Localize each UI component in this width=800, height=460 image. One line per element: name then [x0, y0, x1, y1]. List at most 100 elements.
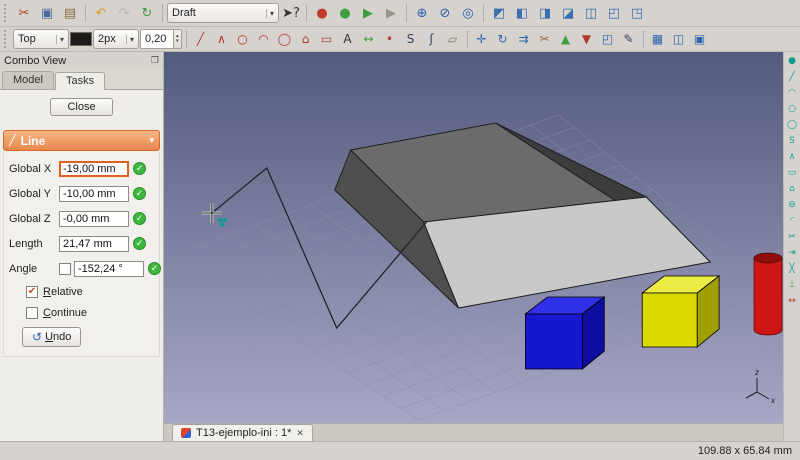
continue-row: Continue	[4, 302, 159, 323]
main-area: Combo View ❐ Model Tasks Close ╱ Line ▾ …	[0, 52, 800, 441]
text-size-spin[interactable]: 0,20▴▾	[140, 29, 182, 49]
sketch-conic-icon[interactable]: ◯	[785, 118, 800, 133]
undo-arrow-icon: ↺	[32, 330, 42, 344]
sketch-bspline-icon[interactable]: S	[785, 134, 800, 149]
length-input[interactable]	[59, 236, 129, 252]
macro-run-icon[interactable]: ▶	[357, 2, 379, 24]
draft-scale-icon[interactable]: ◰	[598, 29, 618, 49]
redo-icon[interactable]: ↷	[113, 2, 135, 24]
sketch-split-icon[interactable]: ╳	[785, 262, 800, 277]
relative-label: Relative	[43, 286, 83, 298]
view-front-icon[interactable]: ◧	[511, 2, 533, 24]
draft-dimension-icon[interactable]: ↔	[359, 29, 379, 49]
draft-clone-icon[interactable]: ▣	[690, 29, 710, 49]
line-color-swatch[interactable]	[70, 32, 92, 46]
sketch-trim-icon[interactable]: ✂	[785, 230, 800, 245]
draft-rectangle-icon[interactable]: ▭	[317, 29, 337, 49]
line-width-selector[interactable]: 2px▾	[93, 29, 139, 49]
sketch-slot-icon[interactable]: ⊖	[785, 198, 800, 213]
draft-polygon-icon[interactable]: ⌂	[296, 29, 316, 49]
draft-trimex-icon[interactable]: ✂	[535, 29, 555, 49]
zoom-fit-icon[interactable]: ◎	[457, 2, 479, 24]
draft-arc-icon[interactable]: ◠	[254, 29, 274, 49]
document-tab[interactable]: T13-ejemplo-ini : 1* ✕	[172, 424, 313, 441]
whats-this-icon[interactable]: ➤?	[280, 2, 302, 24]
view-bottom-icon[interactable]: ◰	[603, 2, 625, 24]
document-tabbar: T13-ejemplo-ini : 1* ✕	[164, 423, 783, 441]
combo-view-tabbar: Model Tasks	[0, 69, 163, 90]
macro-record-icon[interactable]: ●	[334, 2, 356, 24]
field-label: Global X	[9, 163, 59, 175]
cut-icon[interactable]: ✂	[13, 2, 35, 24]
continue-label: Continue	[43, 307, 87, 319]
sketch-arc-icon[interactable]: ◠	[785, 86, 800, 101]
continue-checkbox[interactable]	[26, 307, 38, 319]
combo-view-header: Combo View ❐	[0, 52, 163, 69]
draft-circle-icon[interactable]: ○	[233, 29, 253, 49]
collapse-icon[interactable]: ▾	[149, 135, 154, 146]
angle-lock-checkbox[interactable]	[59, 263, 71, 275]
tab-model[interactable]: Model	[2, 71, 54, 89]
viewport-3d[interactable]: z x T13-ejemplo-ini : 1* ✕	[164, 52, 783, 441]
sketch-extend-icon[interactable]: ⇥	[785, 246, 800, 261]
sketch-circle-icon[interactable]: ○	[785, 102, 800, 117]
tab-tasks[interactable]: Tasks	[55, 72, 105, 90]
draft-facebinder-icon[interactable]: ▱	[443, 29, 463, 49]
red-cylinder[interactable]	[754, 253, 782, 335]
copy-icon[interactable]: ▣	[36, 2, 58, 24]
undock-icon[interactable]: ❐	[151, 55, 159, 66]
workbench-selector[interactable]: Draft▾	[167, 3, 279, 23]
macro-debug-icon[interactable]: ▶	[380, 2, 402, 24]
yellow-cube[interactable]	[642, 276, 719, 347]
draft-offset-icon[interactable]: ⇉	[514, 29, 534, 49]
draft-array-icon[interactable]: ▦	[648, 29, 668, 49]
relative-checkbox[interactable]: ✔	[26, 286, 38, 298]
close-task-button[interactable]: Close	[50, 98, 112, 116]
freecad-window: ✂▣▤↶↷↻Draft▾➤?●●▶▶⊕⊘◎◩◧◨◪◫◰◳ Top▾2px▾0,2…	[0, 0, 800, 460]
sketch-line-icon[interactable]: ╱	[785, 70, 800, 85]
draft-mirror-icon[interactable]: ◫	[669, 29, 689, 49]
draft-bspline-icon[interactable]: S	[401, 29, 421, 49]
blue-cube[interactable]	[525, 297, 604, 369]
paste-icon[interactable]: ▤	[59, 2, 81, 24]
global-x-input[interactable]	[59, 161, 129, 177]
draft-move-icon[interactable]: ✛	[472, 29, 492, 49]
sketch-rectangle-icon[interactable]: ▭	[785, 166, 800, 181]
refresh-icon[interactable]: ↻	[136, 2, 158, 24]
view-left-icon[interactable]: ◳	[626, 2, 648, 24]
angle-input[interactable]	[74, 261, 144, 277]
toolbar-sep	[306, 4, 307, 22]
draft-line-icon[interactable]: ╱	[191, 29, 211, 49]
draft-edit-icon[interactable]: ✎	[619, 29, 639, 49]
draft-rotate-icon[interactable]: ↻	[493, 29, 513, 49]
draw-style-icon[interactable]: ⊘	[434, 2, 456, 24]
sketch-polygon-icon[interactable]: ⌂	[785, 182, 800, 197]
working-plane-selector[interactable]: Top▾	[13, 29, 69, 49]
draft-upgrade-icon[interactable]: ▲	[556, 29, 576, 49]
sketch-polyline-icon[interactable]: ∧	[785, 150, 800, 165]
sketch-point-icon[interactable]: ●	[785, 54, 800, 69]
toolbar-standard: ✂▣▤↶↷↻Draft▾➤?●●▶▶⊕⊘◎◩◧◨◪◫◰◳	[0, 0, 800, 27]
view-rear-icon[interactable]: ◫	[580, 2, 602, 24]
undo-button[interactable]: ↺ Undo	[22, 327, 81, 347]
global-y-input[interactable]	[59, 186, 129, 202]
sketch-fillet-icon[interactable]: ◜	[785, 214, 800, 229]
view-isometric-icon[interactable]: ◩	[488, 2, 510, 24]
zoom-in-icon[interactable]: ⊕	[411, 2, 433, 24]
sketch-constraint-icon[interactable]: ⊥	[785, 278, 800, 293]
draft-downgrade-icon[interactable]: ▼	[577, 29, 597, 49]
sketch-dimension-icon[interactable]: ↔	[785, 294, 800, 309]
draft-ellipse-icon[interactable]: ◯	[275, 29, 295, 49]
view-top-icon[interactable]: ◨	[534, 2, 556, 24]
draft-text-icon[interactable]: A	[338, 29, 358, 49]
global-z-input[interactable]	[59, 211, 129, 227]
tab-close-icon[interactable]: ✕	[296, 428, 304, 439]
view-right-icon[interactable]: ◪	[557, 2, 579, 24]
draft-shapestring-icon[interactable]: ʃ	[422, 29, 442, 49]
undo-icon[interactable]: ↶	[90, 2, 112, 24]
draft-wire-icon[interactable]: ∧	[212, 29, 232, 49]
macro-stop-icon[interactable]: ●	[311, 2, 333, 24]
viewport-canvas[interactable]: z x	[164, 52, 783, 423]
draft-point-icon[interactable]: •	[380, 29, 400, 49]
line-task-header[interactable]: ╱ Line ▾	[3, 130, 160, 151]
